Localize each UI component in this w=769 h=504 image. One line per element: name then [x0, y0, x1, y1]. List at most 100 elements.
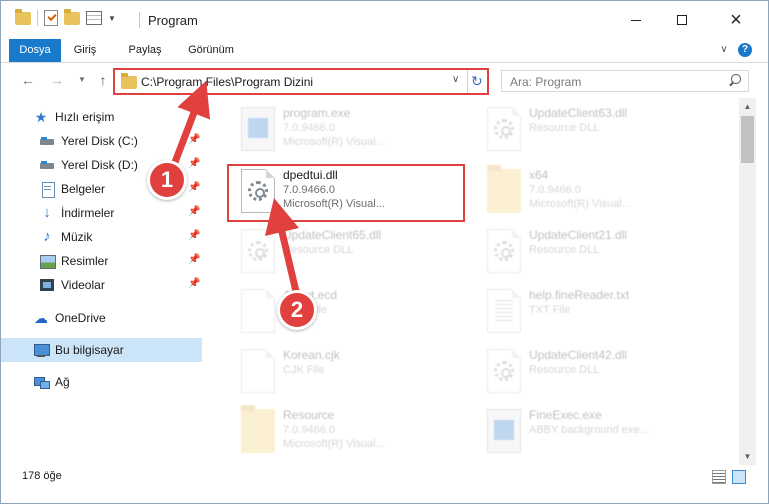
file-tile-updateclient63[interactable]: UpdateClient63.dll Resource DLL [475, 104, 715, 160]
scroll-down-arrow-icon[interactable]: ▼ [739, 448, 756, 465]
this-pc-icon [33, 342, 50, 358]
file-name: UpdateClient63.dll [529, 106, 628, 120]
file-tile-fineexec[interactable]: FineExec.exe ABBY background exe... [475, 406, 715, 462]
maximize-icon [677, 15, 687, 25]
tab-file[interactable]: Dosya [9, 39, 61, 62]
search-icon[interactable] [728, 74, 741, 86]
sidebar-item-label: Ağ [55, 375, 70, 389]
back-arrow-icon[interactable]: ← [19, 71, 37, 89]
tab-share[interactable]: Paylaş [123, 39, 167, 62]
videos-icon [39, 277, 55, 293]
gear-icon [494, 241, 514, 261]
file-detail: 7.0.9466.0 [283, 424, 335, 436]
music-icon: ♪ [43, 228, 51, 245]
onedrive-icon: ☁ [34, 310, 48, 326]
pin-icon[interactable]: 📌 [188, 182, 200, 193]
sidebar-item-videos[interactable]: Videolar 📌 [1, 273, 202, 297]
file-detail: Resource DLL [529, 122, 600, 134]
address-history-chevron-icon[interactable]: ∨ [452, 74, 459, 85]
file-name: UpdateClient21.dll [529, 228, 628, 242]
minimize-button[interactable] [613, 1, 659, 39]
file-detail: 7.0.9466.0 [283, 122, 335, 134]
gear-icon [494, 119, 514, 139]
details-view-icon[interactable] [712, 470, 726, 484]
file-name: UpdateClient65.dll [283, 228, 382, 242]
step-1-badge: 1 [147, 160, 187, 200]
new-folder-icon[interactable] [64, 8, 80, 25]
sidebar-item-music[interactable]: ♪ Müzik 📌 [1, 225, 202, 249]
gear-icon [248, 241, 268, 261]
sidebar-item-label: Belgeler [61, 182, 106, 196]
pin-icon[interactable]: 📌 [188, 206, 200, 217]
file-tile-resource[interactable]: Resource 7.0.9466.0 Microsoft(R) Visual.… [229, 405, 469, 462]
up-arrow-icon[interactable]: ↑ [94, 71, 112, 89]
sidebar-item-local-disk-c[interactable]: Yerel Disk (C:) 📌 [1, 129, 202, 153]
title-divider [139, 12, 140, 28]
maximize-button[interactable] [659, 1, 705, 39]
tab-home[interactable]: Giriş [67, 39, 103, 62]
file-name: dpedtui.dll [283, 168, 338, 182]
file-tile-dpedtui-dll[interactable]: dpedtui.dll 7.0.9466.0 Microsoft(R) Visu… [227, 164, 465, 222]
sidebar-item-this-pc[interactable]: Bu bilgisayar [1, 338, 202, 362]
file-tile-about-ecd[interactable]: About.ecd ECD File [229, 286, 469, 342]
customize-toolbar-dropdown-icon[interactable]: ▼ [108, 14, 116, 23]
gear-icon [248, 181, 268, 201]
gear-icon [494, 361, 514, 381]
scrollbar-thumb[interactable] [741, 116, 754, 163]
navigation-pane: ★ Hızlı erişim Yerel Disk (C:) 📌 Yerel D… [1, 98, 209, 465]
file-detail: 7.0.9466.0 [529, 184, 581, 196]
file-name: x64 [529, 168, 549, 182]
file-detail: Resource DLL [283, 244, 354, 256]
file-tile-help-txt[interactable]: help.fineReader.txt TXT File [475, 286, 715, 342]
file-icon [241, 349, 275, 393]
address-divider [467, 70, 468, 93]
pin-icon[interactable]: 📌 [188, 278, 200, 289]
step-2-badge: 2 [277, 290, 317, 330]
recent-locations-chevron-icon[interactable]: ▼ [73, 71, 91, 89]
file-name: help.fineReader.txt [529, 288, 630, 302]
file-tile-x64[interactable]: x64 7.0.9466.0 Microsoft(R) Visual... [475, 165, 715, 222]
sidebar-item-downloads[interactable]: ↓ İndirmeler 📌 [1, 201, 202, 225]
sidebar-item-network[interactable]: Ağ [1, 370, 202, 394]
properties-icon[interactable] [86, 11, 102, 25]
properties-check-icon[interactable] [44, 10, 58, 26]
pin-icon[interactable]: 📌 [188, 134, 200, 145]
close-button[interactable]: × [713, 1, 759, 39]
drive-icon [39, 158, 55, 174]
search-input[interactable]: Ara: Program [501, 70, 749, 92]
documents-icon [39, 181, 55, 198]
help-icon[interactable]: ? [738, 43, 752, 57]
sidebar-item-onedrive[interactable]: ☁ OneDrive [1, 306, 202, 330]
file-name: FineExec.exe [529, 408, 602, 422]
dll-icon [487, 107, 521, 151]
refresh-icon[interactable]: ↻ [471, 73, 483, 90]
sidebar-item-label: İndirmeler [61, 206, 115, 220]
address-path[interactable]: C:\Program Files\Program Dizini [141, 75, 313, 89]
scroll-up-arrow-icon[interactable]: ▲ [739, 98, 756, 115]
file-tile-updateclient21[interactable]: UpdateClient21.dll Resource DLL [475, 226, 715, 282]
sidebar-item-quick-access[interactable]: ★ Hızlı erişim [1, 105, 202, 129]
expand-ribbon-chevron-icon[interactable]: ∨ [717, 42, 731, 58]
file-tile-updateclient65[interactable]: UpdateClient65.dll Resource DLL [229, 226, 469, 282]
file-tile-korean-cjk[interactable]: Korean.cjk CJK File [229, 346, 469, 402]
tab-view[interactable]: Görünüm [181, 39, 241, 62]
file-detail: CJK File [283, 364, 325, 376]
file-list: program.exe 7.0.9466.0 Microsoft(R) Visu… [211, 98, 739, 465]
file-detail: Microsoft(R) Visual... [283, 136, 385, 148]
folder-icon[interactable] [15, 8, 31, 25]
sidebar-item-label: Müzik [61, 230, 93, 244]
sidebar-item-pictures[interactable]: Resimler 📌 [1, 249, 202, 273]
pin-icon[interactable]: 📌 [188, 254, 200, 265]
tiles-view-icon[interactable] [732, 470, 746, 484]
pin-icon[interactable]: 📌 [188, 158, 200, 169]
vertical-scrollbar[interactable]: ▲ ▼ [739, 98, 756, 465]
address-bar[interactable]: C:\Program Files\Program Dizini ∨ ↻ [113, 68, 489, 95]
pin-icon[interactable]: 📌 [188, 230, 200, 241]
file-name: UpdateClient42.dll [529, 348, 628, 362]
file-detail: Microsoft(R) Visual... [283, 438, 385, 450]
forward-arrow-icon[interactable]: → [48, 71, 66, 89]
file-name: Resource [283, 408, 335, 422]
file-tile-program-exe[interactable]: program.exe 7.0.9466.0 Microsoft(R) Visu… [229, 104, 469, 160]
sidebar-item-label: Bu bilgisayar [55, 343, 124, 357]
file-tile-updateclient42[interactable]: UpdateClient42.dll Resource DLL [475, 346, 715, 402]
